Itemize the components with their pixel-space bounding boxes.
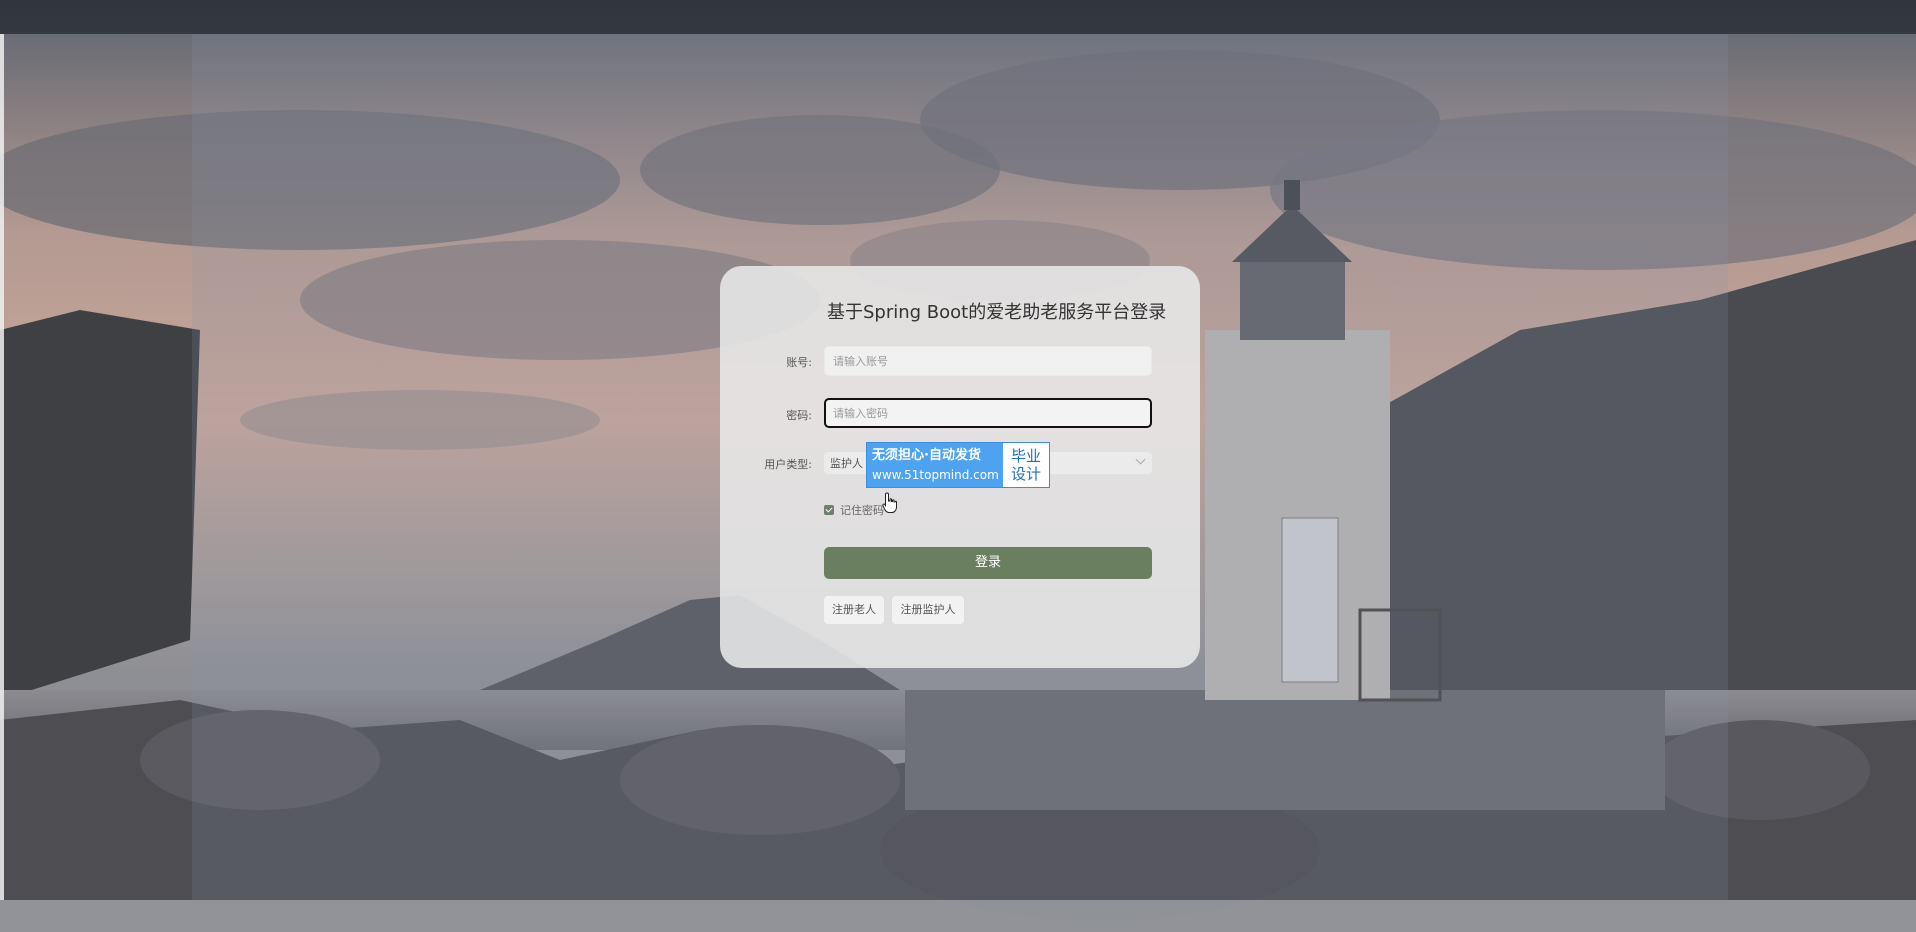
ad-slogan: 无须担心·自动发货	[872, 448, 981, 463]
password-input[interactable]	[824, 398, 1152, 428]
login-title: 基于Spring Boot的爱老助老服务平台登录	[827, 302, 1167, 323]
ad-badge-right: 毕业 设计	[1003, 443, 1049, 487]
user-type-value: 监护人	[830, 457, 863, 470]
ad-right-line2: 设计	[1010, 465, 1041, 483]
password-label: 密码:	[786, 409, 812, 422]
register-elder-button[interactable]: 注册老人	[824, 596, 884, 624]
login-page: 基于Spring Boot的爱老助老服务平台登录 账号: 密码: 用户类型: 监…	[0, 0, 1916, 932]
register-guardian-button[interactable]: 注册监护人	[892, 596, 964, 624]
ad-badge[interactable]: 无须担心·自动发货 www.51topmind.com 毕业 设计	[866, 442, 1050, 488]
account-input[interactable]	[824, 346, 1152, 376]
remember-password-row[interactable]: 记住密码	[824, 502, 884, 518]
user-type-label: 用户类型:	[764, 458, 812, 471]
left-edge-band	[0, 34, 4, 900]
chevron-down-icon	[1135, 454, 1146, 465]
hand-cursor-icon	[882, 492, 898, 514]
login-button[interactable]: 登录	[824, 547, 1152, 579]
ad-right-line1: 毕业	[1010, 447, 1041, 465]
top-shade-band	[0, 0, 1916, 34]
ad-url: www.51topmind.com	[872, 468, 999, 482]
remember-password-label: 记住密码	[840, 504, 884, 517]
remember-password-checkbox[interactable]	[824, 505, 834, 515]
bottom-shade-band	[0, 900, 1916, 932]
ad-badge-left: 无须担心·自动发货 www.51topmind.com	[867, 443, 1003, 487]
account-label: 账号:	[786, 356, 812, 369]
